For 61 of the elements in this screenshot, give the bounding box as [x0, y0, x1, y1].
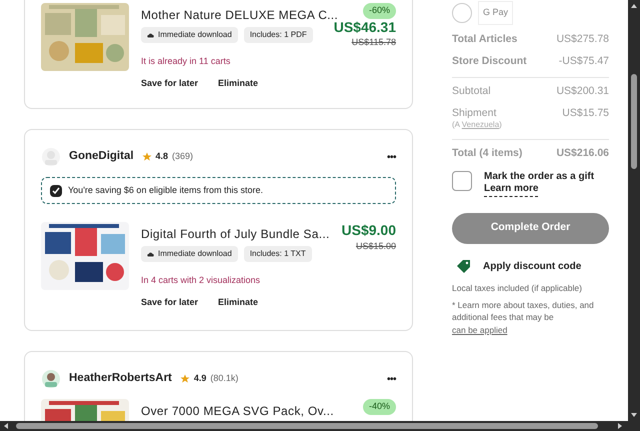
review-count: (80.1k) — [210, 372, 238, 386]
item-badge: Immediate download — [141, 246, 238, 262]
discount-badge: -40% — [362, 399, 396, 414]
save-for-later-link[interactable]: Save for later — [141, 297, 198, 308]
summary-value: US$200.31 — [556, 84, 609, 98]
learn-more-link[interactable]: Learn more — [484, 183, 538, 196]
payment-radio[interactable] — [452, 2, 472, 23]
horizontal-scrollbar[interactable] — [0, 421, 640, 431]
taxes-note: Local taxes included (if applicable) — [452, 282, 583, 294]
shop-name[interactable]: GoneDigital — [69, 148, 134, 166]
remove-link[interactable]: Eliminate — [218, 78, 258, 89]
savings-checkbox[interactable] — [50, 184, 62, 196]
scroll-left-icon[interactable] — [4, 423, 8, 429]
scrollbar-thumb[interactable] — [16, 423, 598, 429]
summary-label: Total (4 items) — [452, 146, 522, 160]
summary-label: Shipment — [452, 106, 496, 120]
summary-value: US$275.78 — [556, 32, 609, 46]
vertical-scrollbar[interactable] — [628, 0, 640, 421]
shipping-note: (A Venezuela) — [452, 120, 503, 130]
original-price: US$115.78 — [352, 36, 396, 49]
gift-label: Mark the order as a gift — [484, 170, 594, 183]
fees-link[interactable]: can be applied — [452, 324, 508, 336]
remove-link[interactable]: Eliminate — [218, 297, 258, 308]
summary-label: Total Articles — [452, 32, 518, 46]
more-menu-button[interactable]: ••• — [386, 150, 396, 164]
cloud-icon — [147, 251, 154, 257]
more-menu-button[interactable]: ••• — [386, 372, 396, 386]
gpay-label: G Pay — [478, 1, 514, 24]
summary-value: -US$75.47 — [558, 54, 609, 68]
summary-value: US$15.75 — [562, 106, 609, 120]
item-badge: Includes: 1 TXT — [244, 246, 312, 262]
summary-label: Subtotal — [452, 84, 491, 98]
cart-note: It is already in 11 carts — [141, 56, 232, 67]
scroll-down-icon[interactable] — [631, 413, 637, 417]
item-price: US$9.00 — [342, 222, 396, 240]
item-title[interactable]: Digital Fourth of July Bundle Sa... — [141, 227, 330, 242]
scroll-right-icon[interactable] — [618, 423, 622, 429]
shop-name[interactable]: HeatherRobertsArt — [69, 370, 172, 388]
save-for-later-link[interactable]: Save for later — [141, 78, 198, 89]
discount-badge: -60% — [362, 3, 396, 18]
cloud-icon — [147, 32, 154, 38]
review-count: (369) — [172, 150, 194, 164]
savings-text: You're saving $6 on eligible items from this store. — [68, 184, 263, 197]
gift-checkbox[interactable] — [452, 170, 472, 190]
apply-discount-button[interactable]: Apply discount code — [483, 258, 582, 274]
scroll-up-icon[interactable] — [631, 4, 637, 8]
tag-icon — [456, 260, 471, 272]
shop-rating: 4.8 — [156, 150, 168, 164]
item-badge: Immediate download — [141, 27, 238, 43]
shop-avatar-icon — [41, 147, 61, 167]
star-icon — [142, 152, 152, 162]
summary-value: US$216.06 — [556, 146, 609, 160]
summary-label: Store Discount — [452, 54, 527, 68]
scrollbar-thumb[interactable] — [631, 74, 637, 169]
shop-avatar-icon — [41, 369, 61, 389]
item-badge: Includes: 1 PDF — [244, 27, 313, 43]
original-price: US$15.00 — [356, 240, 396, 252]
item-title[interactable]: Over 7000 MEGA SVG Pack, Ov... — [141, 404, 334, 419]
star-icon — [180, 374, 190, 384]
shop-rating: 4.9 — [194, 372, 206, 386]
cart-note: In 4 carts with 2 visualizations — [141, 275, 262, 286]
